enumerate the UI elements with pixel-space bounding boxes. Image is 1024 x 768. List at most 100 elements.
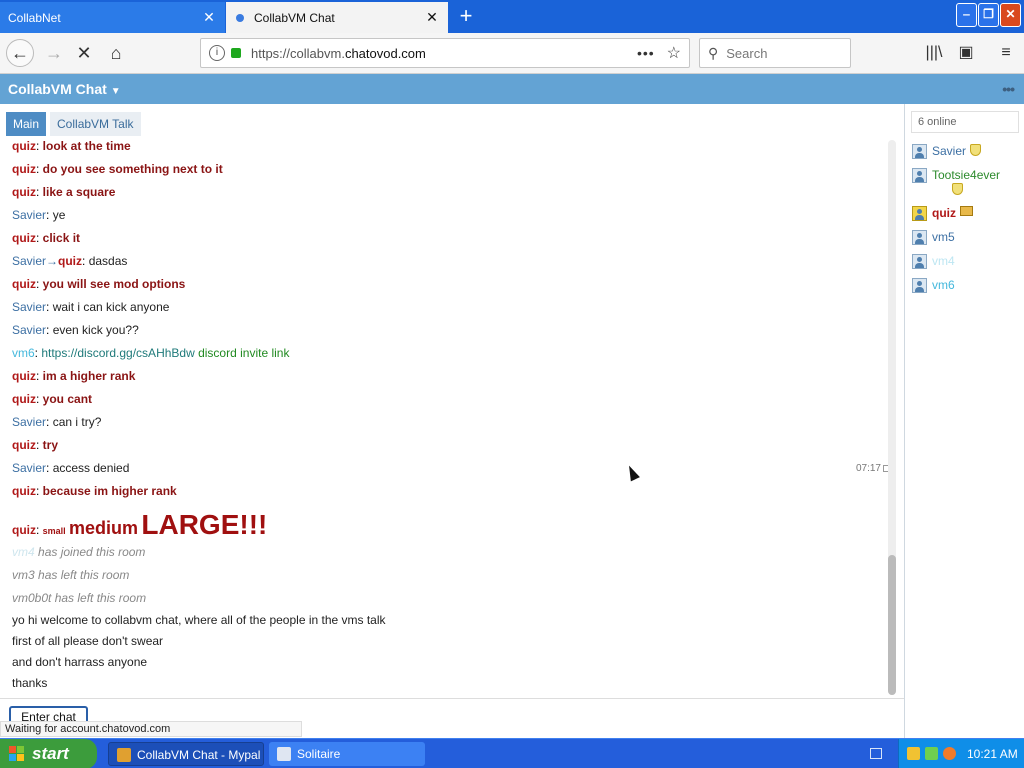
tab-collabnet[interactable]: CollabNet ✕ bbox=[0, 2, 225, 33]
taskbar-item-browser[interactable]: CollabVM Chat - Mypal bbox=[108, 742, 264, 766]
chat-area: Main CollabVM Talk quiz: look at the tim… bbox=[0, 104, 904, 698]
message-nick[interactable]: quiz bbox=[12, 162, 36, 176]
new-tab-button[interactable]: + bbox=[452, 3, 480, 31]
message-nick[interactable]: Savier bbox=[12, 461, 46, 475]
windows-logo-icon bbox=[9, 746, 25, 762]
favicon-icon bbox=[236, 13, 244, 22]
user-item-savier[interactable]: Savier bbox=[912, 144, 1022, 168]
tab-collabvm-chat[interactable]: CollabVM Chat ✕ bbox=[226, 2, 448, 33]
start-button[interactable]: start bbox=[0, 739, 97, 768]
message-text: because im higher rank bbox=[42, 484, 177, 498]
chat-message: vm6: https://discord.gg/csAHhBdw discord… bbox=[12, 346, 290, 360]
message-nick[interactable]: Savier bbox=[12, 415, 46, 429]
message-nick[interactable]: Savier bbox=[12, 300, 46, 314]
message-timestamp: 07:17 bbox=[856, 457, 890, 480]
scrollbar-thumb[interactable] bbox=[888, 555, 896, 695]
chat-menu-icon[interactable]: ••• bbox=[1002, 74, 1015, 104]
chevron-down-icon[interactable]: ▼ bbox=[111, 86, 121, 97]
keyboard-icon[interactable] bbox=[870, 748, 882, 759]
message-text: even kick you?? bbox=[52, 323, 139, 337]
system-message: vm3 has left this room bbox=[12, 564, 882, 587]
message-list: quiz: look at the time quiz: do you see … bbox=[12, 135, 890, 694]
chat-message: quiz: you will see mod options bbox=[12, 277, 186, 291]
message-nick[interactable]: vm6 bbox=[12, 346, 35, 360]
chat-scrollbar[interactable] bbox=[888, 140, 896, 695]
url-bar[interactable]: i https://collabvm. chatovod.com ••• ☆ bbox=[200, 38, 690, 68]
security-shield-icon[interactable] bbox=[907, 747, 920, 760]
search-placeholder: Search bbox=[726, 45, 768, 61]
user-list: Savier Tootsie4ever quiz vm5 vm4 vm6 bbox=[912, 144, 1022, 302]
message-nick[interactable]: quiz bbox=[12, 392, 36, 406]
page-actions-icon[interactable]: ••• bbox=[637, 45, 655, 61]
forward-button[interactable]: → bbox=[40, 39, 68, 67]
message-nick[interactable]: quiz bbox=[12, 523, 36, 537]
library-icon[interactable]: |||\ bbox=[920, 39, 948, 67]
user-name-text: Tootsie4ever bbox=[932, 168, 1001, 182]
system-nick: vm0b0t bbox=[12, 591, 52, 605]
user-name: vm4 bbox=[932, 254, 955, 268]
message-text: im a higher rank bbox=[42, 369, 136, 383]
discord-link[interactable]: https://discord.gg/csAHhBdw bbox=[41, 346, 194, 360]
user-item-quiz[interactable]: quiz bbox=[912, 206, 1022, 230]
user-item-tootsie4ever[interactable]: Tootsie4ever bbox=[912, 168, 1022, 206]
message-nick[interactable]: quiz bbox=[12, 277, 36, 291]
bookmark-star-icon[interactable]: ☆ bbox=[667, 43, 681, 63]
motd-line: and don't harrass anyone bbox=[12, 655, 148, 669]
tab-title: CollabNet bbox=[8, 10, 61, 25]
close-tab-icon[interactable]: ✕ bbox=[201, 9, 217, 26]
user-item-vm6[interactable]: vm6 bbox=[912, 278, 1022, 302]
chat-message: quiz: small medium LARGE!!! bbox=[12, 509, 268, 540]
online-count: 6 online bbox=[911, 111, 1019, 133]
site-info-icon[interactable]: i bbox=[209, 45, 225, 61]
start-label: start bbox=[32, 744, 69, 763]
chat-message: Savier: wait i can kick anyone bbox=[12, 300, 170, 314]
browser-status-bar: Waiting for account.chatovod.com bbox=[0, 721, 302, 737]
chat-message: quiz: because im higher rank bbox=[12, 484, 177, 498]
message-nick[interactable]: Savier bbox=[12, 323, 46, 337]
system-nick: vm3 bbox=[12, 568, 35, 582]
chat-message: quiz: click it bbox=[12, 231, 81, 245]
message-text: you will see mod options bbox=[42, 277, 186, 291]
minimize-button[interactable]: ‒ bbox=[956, 3, 977, 27]
close-tab-icon[interactable]: ✕ bbox=[424, 9, 440, 26]
user-name: Tootsie4ever bbox=[932, 168, 1000, 196]
chat-message: Savier: ye bbox=[12, 208, 66, 222]
user-list-panel: 6 online Savier Tootsie4ever quiz vm5 vm… bbox=[904, 104, 1024, 738]
message-nick[interactable]: quiz bbox=[12, 139, 36, 153]
taskbar-item-solitaire[interactable]: Solitaire bbox=[269, 742, 425, 766]
user-item-vm5[interactable]: vm5 bbox=[912, 230, 1022, 254]
timestamp-text: 07:17 bbox=[855, 463, 881, 474]
message-nick[interactable]: quiz bbox=[12, 484, 36, 498]
message-nick[interactable]: Savier bbox=[12, 254, 46, 268]
volume-icon[interactable] bbox=[943, 747, 956, 760]
tab-collabvm-talk[interactable]: CollabVM Talk bbox=[50, 112, 141, 136]
message-text: ye bbox=[52, 208, 66, 222]
home-button[interactable]: ⌂ bbox=[102, 39, 130, 67]
system-tray: 10:21 AM bbox=[898, 739, 1024, 768]
motd-line: yo hi welcome to collabvm chat, where al… bbox=[12, 613, 386, 627]
user-icon bbox=[912, 230, 927, 245]
message-nick[interactable]: Savier bbox=[12, 208, 46, 222]
sidebar-icon[interactable]: ▣ bbox=[952, 39, 980, 67]
moderator-shield-icon bbox=[952, 183, 963, 195]
hamburger-menu-icon[interactable]: ≡ bbox=[992, 39, 1020, 67]
message-text: click it bbox=[42, 231, 81, 245]
user-item-vm4[interactable]: vm4 bbox=[912, 254, 1022, 278]
user-icon bbox=[912, 168, 927, 183]
message-nick[interactable]: quiz bbox=[12, 185, 36, 199]
search-input[interactable]: ⚲ Search bbox=[699, 38, 851, 68]
solitaire-icon bbox=[277, 747, 291, 761]
message-recipient[interactable]: quiz bbox=[58, 254, 82, 268]
close-window-button[interactable]: ✕ bbox=[1000, 3, 1021, 27]
message-nick[interactable]: quiz bbox=[12, 369, 36, 383]
stop-loading-button[interactable]: ✕ bbox=[70, 39, 98, 67]
motd-line: first of all please don't swear bbox=[12, 634, 164, 648]
tab-main[interactable]: Main bbox=[6, 112, 47, 136]
message-nick[interactable]: quiz bbox=[12, 438, 36, 452]
message-nick[interactable]: quiz bbox=[12, 231, 36, 245]
maximize-button[interactable]: ❐ bbox=[978, 3, 999, 27]
back-button[interactable]: ← bbox=[6, 39, 34, 67]
task-label: Solitaire bbox=[297, 747, 341, 761]
network-icon[interactable] bbox=[925, 747, 938, 760]
chat-title[interactable]: CollabVM Chat bbox=[8, 81, 107, 97]
